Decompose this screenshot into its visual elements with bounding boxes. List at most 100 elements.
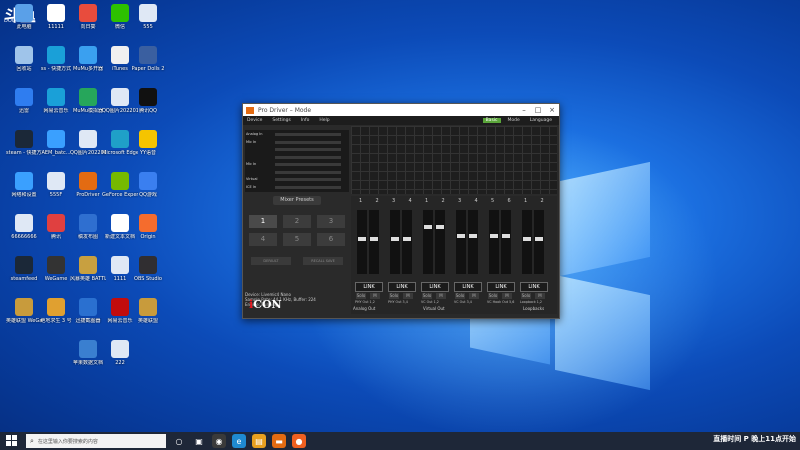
desktop-icon[interactable]: 英雄联盟 WeGame版 — [6, 298, 42, 324]
link-button[interactable]: LINK — [520, 282, 548, 292]
preset-1-button[interactable]: 1 — [249, 215, 277, 228]
desktop-icon[interactable]: MuMu模拟器 — [70, 88, 106, 114]
desktop-icon[interactable]: 555F — [38, 172, 74, 198]
desktop-icon[interactable]: QQ图片20220129... — [70, 130, 106, 156]
douyu-taskbar-icon[interactable]: ● — [292, 434, 306, 448]
channel-row[interactable] — [245, 155, 349, 160]
desktop-icon[interactable]: ProDriver — [70, 172, 106, 198]
preset-6-button[interactable]: 6 — [317, 233, 345, 246]
task-view-icon[interactable]: ▣ — [192, 434, 206, 448]
window-titlebar[interactable]: Pro Driver – Mode – □ × — [243, 104, 559, 116]
search-box[interactable]: ⌕ 在这里输入你要搜索的内容 — [26, 434, 166, 448]
menu-info[interactable]: Info — [301, 118, 310, 123]
desktop-icon[interactable]: 风暴英雄 BATTLEGR... — [70, 256, 106, 282]
link-button[interactable]: LINK — [421, 282, 449, 292]
desktop-icon[interactable]: OBS Studio — [130, 256, 166, 282]
routing-grid[interactable] — [351, 126, 557, 194]
channel-row[interactable]: Mic In — [245, 140, 349, 145]
solo-button[interactable]: Solo — [488, 293, 498, 299]
fader-handle[interactable] — [391, 237, 399, 241]
channel-row[interactable]: ICE In — [245, 185, 349, 190]
solo-button[interactable]: Solo — [356, 293, 366, 299]
desktop-icon[interactable]: 222 — [102, 340, 138, 366]
preset-5-button[interactable]: 5 — [283, 233, 311, 246]
fader-handle[interactable] — [535, 237, 543, 241]
desktop-icon[interactable]: 555 — [130, 4, 166, 30]
desktop-icon[interactable]: 此电脑 — [6, 4, 42, 30]
desktop-icon[interactable]: ss - 快捷方式 — [38, 46, 74, 72]
windows-start-icon[interactable] — [6, 435, 18, 447]
desktop-icon[interactable]: steam - 快捷方式 — [6, 130, 42, 156]
mute-button[interactable]: M — [370, 293, 380, 299]
desktop-icon[interactable]: steamfeed — [6, 256, 42, 282]
desktop-icon[interactable]: 11111 — [38, 4, 74, 30]
desktop-icon[interactable]: YY语音 — [130, 130, 166, 156]
mute-button[interactable]: M — [535, 293, 545, 299]
explorer-taskbar-icon[interactable]: ▤ — [252, 434, 266, 448]
language-button[interactable]: Language — [527, 118, 555, 123]
channel-row[interactable] — [245, 147, 349, 152]
link-button[interactable]: LINK — [454, 282, 482, 292]
desktop-icon[interactable]: Paper Dolls 2 — [130, 46, 166, 72]
link-button[interactable]: LINK — [388, 282, 416, 292]
fader-track[interactable] — [489, 210, 499, 274]
fader-handle[interactable] — [469, 234, 477, 238]
fader-track[interactable] — [534, 210, 544, 274]
link-button[interactable]: LINK — [487, 282, 515, 292]
solo-button[interactable]: Solo — [389, 293, 399, 299]
solo-button[interactable]: Solo — [422, 293, 432, 299]
basic-button[interactable]: Basic — [482, 118, 501, 123]
fader-handle[interactable] — [490, 234, 498, 238]
channel-row[interactable]: Analog In — [245, 132, 349, 137]
close-icon[interactable]: × — [545, 106, 559, 114]
prodriver-taskbar-icon[interactable]: ▬ — [272, 434, 286, 448]
minimize-icon[interactable]: – — [517, 106, 531, 114]
fader-handle[interactable] — [457, 234, 465, 238]
recall-save-button[interactable]: RECALL SAVE — [303, 257, 343, 265]
mute-button[interactable]: M — [502, 293, 512, 299]
fader-track[interactable] — [522, 210, 532, 274]
channel-row[interactable] — [245, 170, 349, 175]
obs-taskbar-icon[interactable]: ◉ — [212, 434, 226, 448]
fader-handle[interactable] — [370, 237, 378, 241]
pro-driver-window[interactable]: Pro Driver – Mode – □ × Device Settings … — [242, 103, 560, 319]
desktop-icon[interactable]: 腾讯QQ — [130, 88, 166, 114]
menu-device[interactable]: Device — [247, 118, 262, 123]
fader-track[interactable] — [357, 210, 367, 274]
preset-2-button[interactable]: 2 — [283, 215, 311, 228]
fader-handle[interactable] — [358, 237, 366, 241]
solo-button[interactable]: Solo — [455, 293, 465, 299]
channel-row[interactable]: Virtual — [245, 177, 349, 182]
maximize-icon[interactable]: □ — [531, 106, 545, 114]
menu-settings[interactable]: Settings — [272, 118, 290, 123]
desktop-icon[interactable]: 英雄联盟 — [130, 298, 166, 324]
fader-handle[interactable] — [502, 234, 510, 238]
desktop-icon[interactable]: 66666666 — [6, 214, 42, 240]
desktop-icon[interactable]: Origin — [130, 214, 166, 240]
fader-handle[interactable] — [403, 237, 411, 241]
desktop-icon[interactable]: QQ游戏 — [130, 172, 166, 198]
desktop-icon[interactable]: MuMu多开器 — [70, 46, 106, 72]
desktop-icon[interactable]: 迅捷截图器 — [70, 298, 106, 324]
link-button[interactable]: LINK — [355, 282, 383, 292]
preset-3-button[interactable]: 3 — [317, 215, 345, 228]
desktop-icon[interactable]: WeGame — [38, 256, 74, 282]
fader-track[interactable] — [435, 210, 445, 274]
fader-track[interactable] — [456, 210, 466, 274]
fader-handle[interactable] — [523, 237, 531, 241]
edge-taskbar-icon[interactable]: e — [232, 434, 246, 448]
desktop-icon[interactable]: 网络和设置 — [6, 172, 42, 198]
mute-button[interactable]: M — [436, 293, 446, 299]
fader-track[interactable] — [468, 210, 478, 274]
desktop-icon[interactable]: AEM_batc... — [38, 130, 74, 156]
desktop-icon[interactable]: 绝地求生 3 号 — [38, 298, 74, 324]
mode-button[interactable]: Mode — [505, 118, 523, 123]
fader-track[interactable] — [390, 210, 400, 274]
fader-track[interactable] — [369, 210, 379, 274]
solo-button[interactable]: Solo — [521, 293, 531, 299]
mute-button[interactable]: M — [403, 293, 413, 299]
fader-handle[interactable] — [436, 225, 444, 229]
fader-handle[interactable] — [424, 225, 432, 229]
cortana-icon[interactable]: ○ — [172, 434, 186, 448]
desktop-icon[interactable]: 回收站 — [6, 46, 42, 72]
